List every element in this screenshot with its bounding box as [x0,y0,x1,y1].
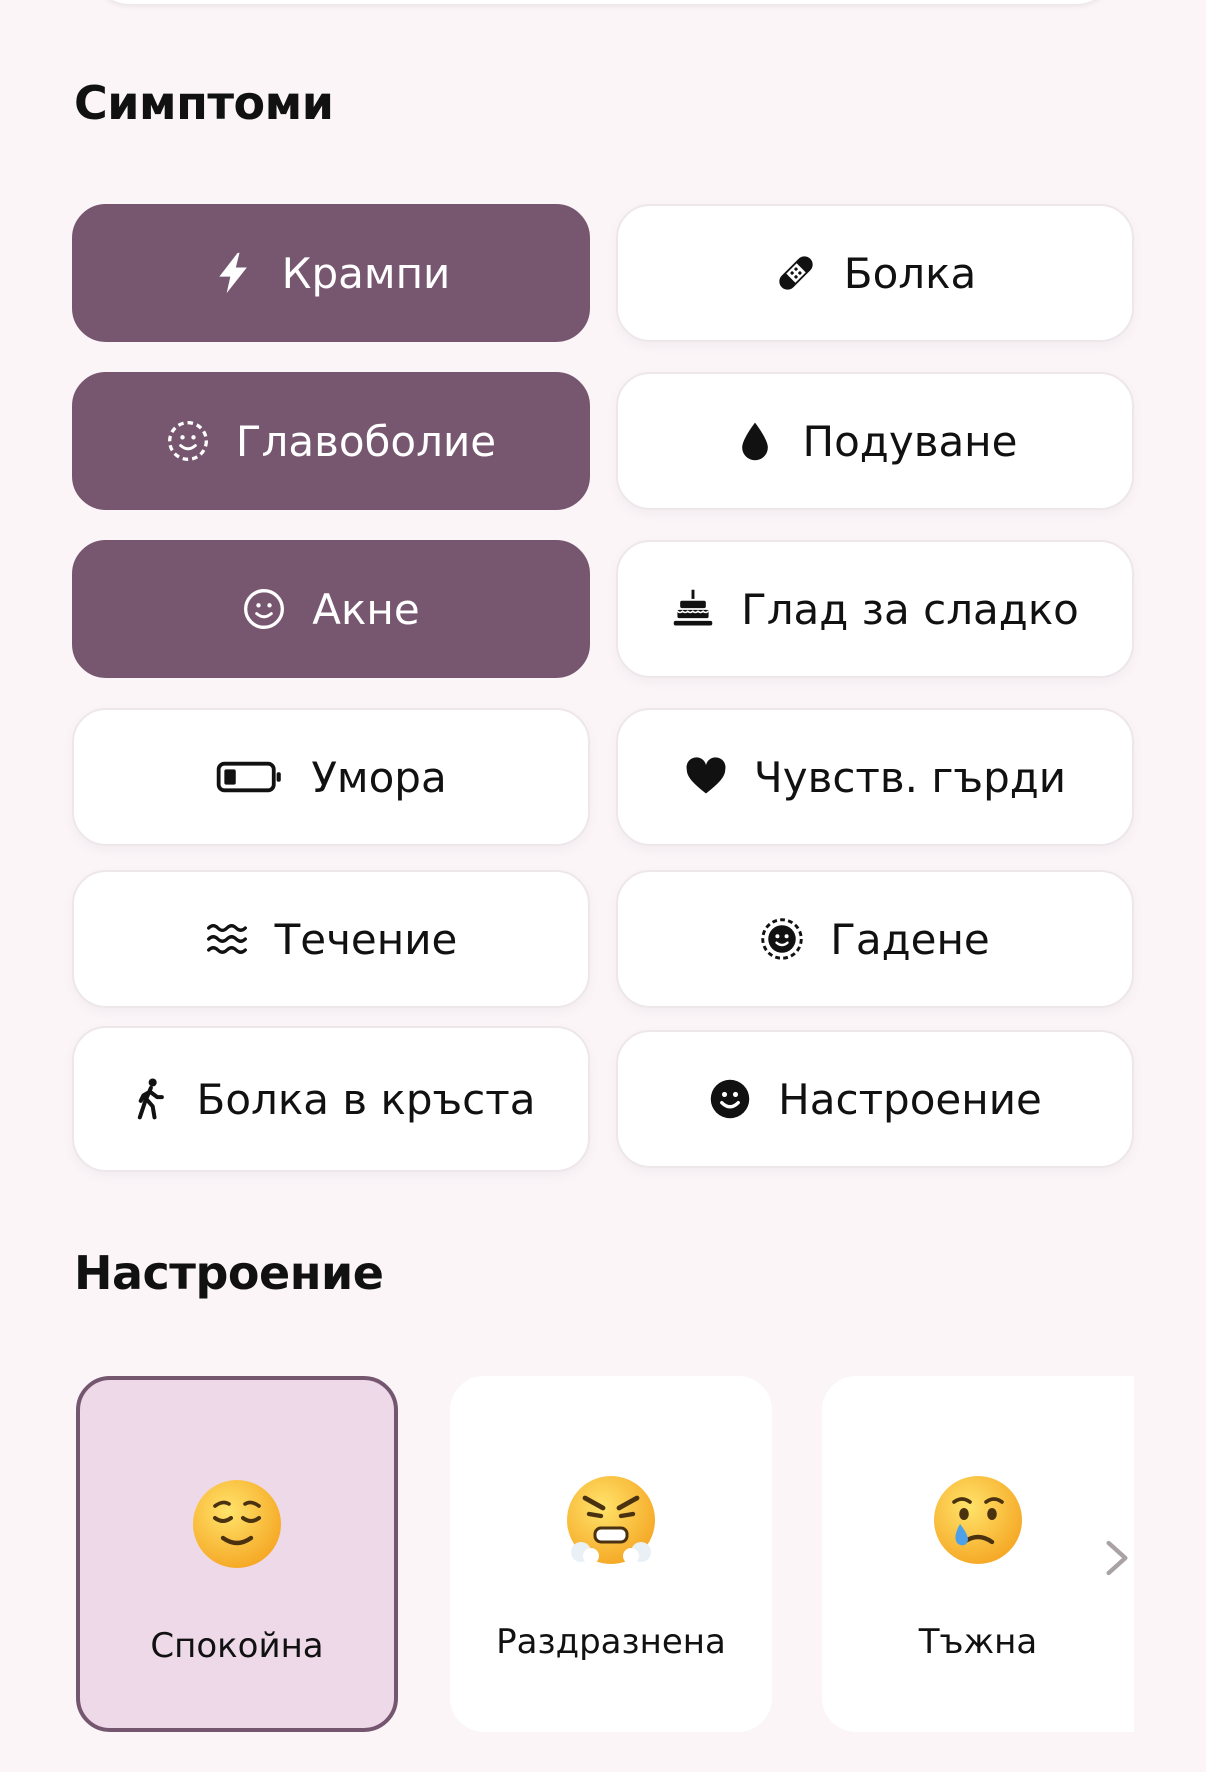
symptom-label: Течение [274,914,458,964]
symptom-label: Крампи [281,248,451,298]
smiley-filled-icon [708,1077,752,1121]
battery-low-icon [215,755,285,799]
symptom-label: Болка в кръста [196,1074,536,1124]
mood-label: Тъжна [918,1622,1038,1662]
drop-icon [733,419,777,463]
chevron-right-icon[interactable] [1100,1538,1134,1578]
symptom-chip-bloating[interactable]: Подуване [616,372,1134,510]
mood-title: Настроение [74,1246,384,1300]
symptom-label: Гадене [830,914,990,964]
symptom-chip-breast-tenderness[interactable]: Чувств. гърди [616,708,1134,846]
symptom-label: Умора [311,752,447,802]
symptom-chip-acne[interactable]: Акне [72,540,590,678]
symptom-label: Главоболие [235,416,497,466]
symptom-label: Глад за сладко [741,584,1079,634]
symptom-chip-back-pain[interactable]: Болка в кръста [72,1026,590,1172]
mood-label: Спокойна [150,1626,324,1666]
walking-figure-icon [127,1077,171,1121]
dashed-face-icon [166,419,210,463]
symptom-chip-sweet-cravings[interactable]: Глад за сладко [616,540,1134,678]
symptom-chip-fatigue[interactable]: Умора [72,708,590,846]
lightning-icon [212,251,256,295]
symptom-chip-nausea[interactable]: Гадене [616,870,1134,1008]
previous-card-edge [90,0,1116,4]
mood-label: Раздразнена [496,1622,726,1662]
symptom-label: Настроение [778,1074,1042,1124]
cake-icon [671,587,715,631]
symptom-chip-discharge[interactable]: Течение [72,870,590,1008]
waves-icon [205,917,249,961]
mood-card-irritated[interactable]: Раздразнена [450,1376,772,1732]
symptom-chip-headache[interactable]: Главоболие [72,372,590,510]
symptom-chip-pain[interactable]: Болка [616,204,1134,342]
symptom-chip-mood[interactable]: Настроение [616,1030,1134,1168]
smiley-outline-icon [242,587,286,631]
mood-card-calm[interactable]: Спокойна [76,1376,398,1732]
relieved-face-emoji [193,1480,281,1568]
symptom-chip-cramps[interactable]: Крампи [72,204,590,342]
heart-icon [684,755,728,799]
symptom-label: Акне [312,584,420,634]
dizzy-face-icon [760,917,804,961]
symptom-label: Подуване [802,416,1018,466]
bandage-icon [774,251,818,295]
symptoms-title: Симптоми [74,76,334,130]
symptom-label: Болка [843,248,977,298]
mood-card-sad[interactable]: Тъжна [822,1376,1134,1732]
crying-face-emoji [934,1476,1022,1564]
angry-steam-face-emoji [567,1476,655,1564]
symptom-label: Чувств. гърди [753,752,1067,802]
